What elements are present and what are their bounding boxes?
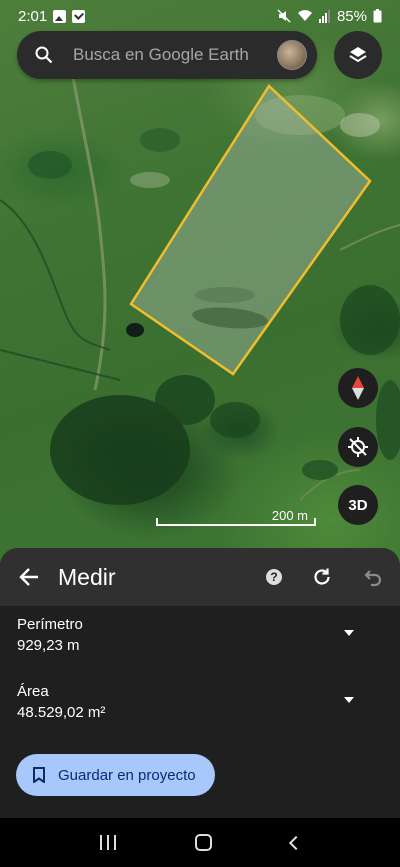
chevron-down-icon[interactable] (344, 697, 354, 703)
perimeter-label: Perímetro (17, 616, 83, 633)
save-to-project-button[interactable]: Guardar en proyecto (16, 754, 215, 796)
help-icon[interactable]: ? (266, 569, 282, 585)
search-icon (35, 46, 53, 64)
area-value: 48.529,02 m² (17, 704, 106, 721)
check-icon (72, 9, 86, 23)
compass-button[interactable] (338, 368, 378, 408)
battery-level: 85% (336, 7, 367, 25)
layers-button[interactable] (334, 31, 382, 79)
undo-icon[interactable] (362, 567, 382, 587)
status-bar: 2:01 85% (0, 0, 400, 32)
search-placeholder[interactable]: Busca en Google Earth (73, 45, 277, 65)
area-row[interactable]: Área 48.529,02 m² (17, 683, 105, 721)
sheet-header: Medir ? (0, 548, 400, 606)
location-button[interactable] (338, 427, 378, 467)
status-time: 2:01 (18, 7, 48, 25)
sheet-title: Medir (58, 563, 116, 590)
recents-button[interactable] (99, 835, 116, 850)
home-button[interactable] (194, 834, 212, 851)
location-off-icon (348, 437, 368, 457)
avatar[interactable] (277, 40, 307, 70)
image-icon (53, 9, 67, 23)
area-label: Área (17, 683, 49, 700)
signal-icon (318, 10, 330, 23)
battery-icon (373, 9, 382, 23)
mute-icon (277, 9, 291, 23)
bookmark-icon (33, 767, 45, 783)
save-label: Guardar en proyecto (58, 766, 196, 784)
refresh-icon[interactable] (312, 567, 332, 587)
scale-bar: 200 m (156, 508, 316, 528)
system-back-button[interactable] (288, 835, 303, 850)
layers-icon (349, 47, 367, 63)
search-bar[interactable]: Busca en Google Earth (17, 31, 317, 79)
toggle-3d-button[interactable]: 3D (338, 485, 378, 525)
system-nav-bar (0, 818, 400, 867)
back-arrow-icon[interactable] (18, 566, 40, 588)
scale-label: 200 m (271, 508, 308, 523)
perimeter-value: 929,23 m (17, 637, 80, 654)
wifi-icon (297, 10, 312, 21)
map-view[interactable]: 2:01 85% Busca en Google Earth 3D 200 m (0, 0, 400, 570)
satellite-imagery (0, 59, 400, 505)
perimeter-row[interactable]: Perímetro 929,23 m (17, 616, 83, 654)
chevron-down-icon[interactable] (344, 630, 354, 636)
compass-icon (352, 376, 364, 400)
